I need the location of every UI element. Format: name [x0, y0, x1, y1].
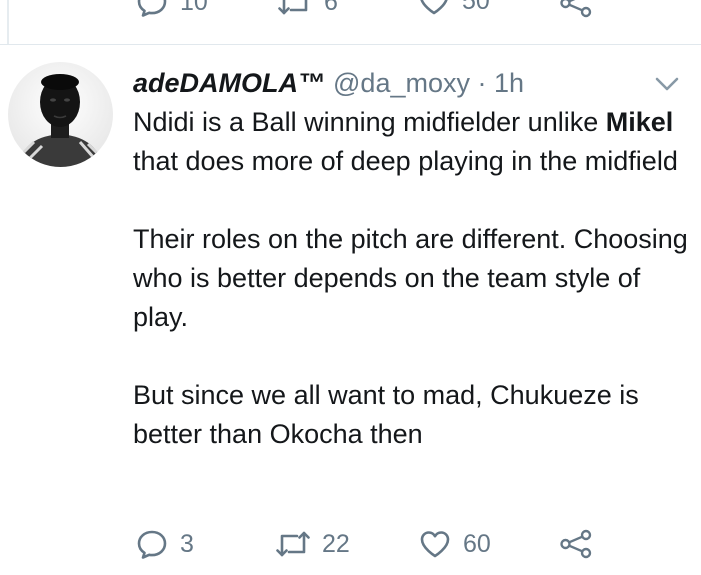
bold-text: Mikel	[605, 107, 674, 137]
tweet-paragraph-2: Their roles on the pitch are different. …	[133, 224, 688, 332]
retweet-button[interactable]: 6	[278, 0, 338, 18]
retweet-count: 22	[322, 529, 350, 558]
speech-bubble-icon	[137, 0, 167, 17]
reply-button[interactable]: 10	[136, 0, 208, 18]
previous-tweet-actions: 10 6 50	[0, 0, 701, 26]
tweet-text-segment: that does more of deep playing in the mi…	[133, 146, 678, 176]
reply-count: 3	[180, 529, 194, 558]
retweet-arrows-icon	[278, 0, 308, 15]
handle-and-timestamp[interactable]: @da_moxy · 1h	[333, 66, 524, 100]
display-name[interactable]: adeDAMOLA™	[133, 66, 325, 100]
speech-bubble-icon	[137, 530, 167, 559]
tweet-paragraph-3: But since we all want to mad, Chukueze i…	[133, 380, 639, 449]
profile-photo	[8, 62, 113, 167]
reply-button[interactable]: 3	[136, 528, 194, 560]
tweet-text: Ndidi is a Ball winning midfielder unlik…	[133, 103, 693, 454]
tweet-divider	[0, 44, 701, 45]
share-button[interactable]	[559, 0, 593, 18]
share-nodes-icon	[560, 0, 592, 18]
tweet-text-segment: Ndidi is a Ball winning midfielder unlik…	[133, 107, 599, 137]
chevron-down-icon	[655, 77, 679, 91]
tweet-paragraph-1: Ndidi is a Ball winning midfielder unlik…	[133, 103, 693, 181]
more-options-button[interactable]	[654, 75, 680, 93]
like-button[interactable]: 60	[419, 529, 491, 559]
heart-icon	[420, 531, 450, 558]
retweet-arrows-icon	[276, 531, 310, 557]
timeline: 10 6 50 adeDAMOLA™ @da_moxy · 1h Ndidi i…	[0, 0, 701, 575]
avatar[interactable]	[8, 62, 113, 167]
reply-count: 10	[180, 0, 208, 16]
share-nodes-icon	[560, 529, 592, 559]
like-button[interactable]: 50	[418, 0, 490, 16]
like-count: 60	[463, 529, 491, 558]
retweet-count: 6	[324, 0, 338, 16]
heart-icon	[420, 0, 448, 15]
retweet-button[interactable]: 22	[276, 528, 350, 560]
tweet-header: adeDAMOLA™ @da_moxy · 1h	[133, 66, 524, 100]
share-button[interactable]	[559, 529, 593, 559]
like-count: 50	[462, 0, 490, 15]
